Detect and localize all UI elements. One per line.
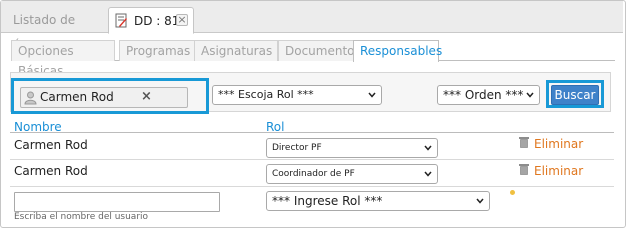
user-icon [24,91,37,105]
tab-opciones-basicas[interactable]: Opciones Básicas [11,40,115,78]
role-filter-select[interactable]: *** Escoja Rol *** [212,85,382,105]
order-select[interactable]: *** Orden *** [437,85,540,105]
row-2-delete-link[interactable]: Eliminar [534,164,583,178]
document-icon [115,13,127,28]
search-button[interactable]: Buscar [551,85,599,105]
user-filter-highlight: Carmen Rod × [11,78,209,114]
row-divider [10,186,614,187]
order-select-value: *** Orden *** [443,88,524,102]
user-filter-value: Carmen Rod [40,90,114,104]
clear-user-icon[interactable]: × [141,89,152,104]
role-filter-value: *** Escoja Rol *** [218,88,314,101]
chevron-down-icon [424,171,432,177]
row-2-role-value: Coordinador de PF [272,169,355,179]
new-user-hint: Escriba el nombre del usuario [14,212,149,222]
row-1-delete-link[interactable]: Eliminar [534,137,583,151]
tab-dd-81[interactable]: DD : 81 × [108,7,194,34]
tab-dd-81-label: DD : 81 [134,14,180,28]
chevron-down-icon [368,92,376,98]
trash-icon[interactable] [518,136,530,148]
star-icon [510,190,515,195]
new-role-value: *** Ingrese Rol *** [272,194,383,208]
new-user-name-input[interactable] [14,192,220,212]
header-divider [10,132,614,133]
row-2-name: Carmen Rod [14,164,88,178]
row-1-name: Carmen Rod [14,138,88,152]
tab-responsables[interactable]: Responsables [353,40,442,62]
chevron-down-icon [476,198,484,204]
row-1-role-value: Director PF [272,143,322,153]
tab-listado-areas[interactable]: Listado de Áreas [5,7,106,53]
row-divider [10,159,614,160]
tab-programas[interactable]: Programas [119,40,196,61]
tab-documentos[interactable]: Documentos [278,40,361,61]
close-icon[interactable]: × [176,14,188,26]
subtabs-bar: Opciones Básicas Programas Asignaturas D… [11,40,615,78]
user-filter-field[interactable]: Carmen Rod × [20,87,188,108]
row-2-role-select[interactable]: Coordinador de PF [266,164,438,184]
chevron-down-icon [526,92,534,98]
new-role-select[interactable]: *** Ingrese Rol *** [266,191,490,211]
chevron-down-icon [424,145,432,151]
row-1-role-select[interactable]: Director PF [266,138,438,158]
top-tab-strip: Listado de Áreas DD : 81 × [1,1,623,53]
tab-asignaturas[interactable]: Asignaturas [194,40,278,61]
search-button-highlight: Buscar [546,80,604,108]
trash-icon[interactable] [518,163,530,175]
